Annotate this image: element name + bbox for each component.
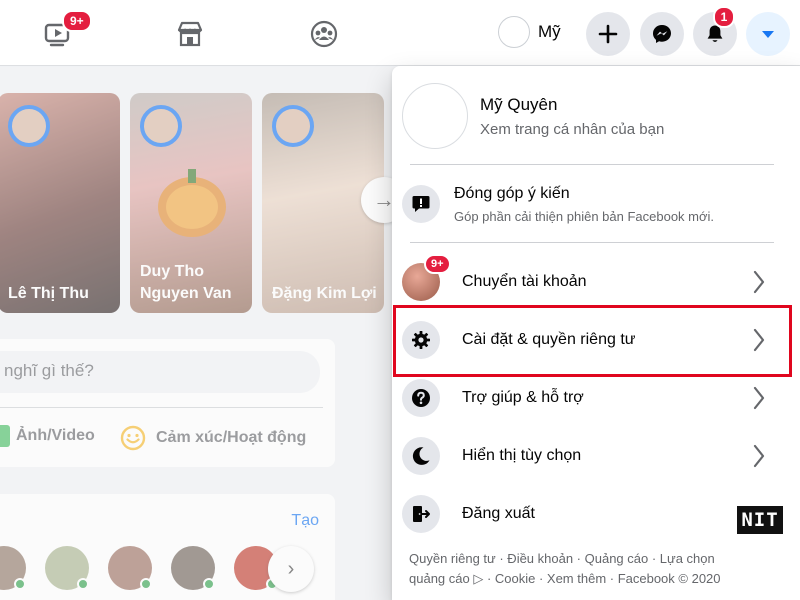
menu-footer: Quyền riêng tư · Điều khoản · Quảng cáo … [409, 549, 769, 589]
create-button[interactable] [586, 12, 630, 56]
divider [0, 407, 323, 408]
display-preferences-label: Hiển thị tùy chọn [462, 447, 582, 464]
feedback-subtitle: Góp phần cải thiện phiên bản Facebook mớ… [454, 208, 715, 224]
online-dot [203, 578, 215, 590]
switch-account-label: Chuyển tài khoản [462, 273, 587, 290]
story-card[interactable]: Duy Tho Nguyen Van [130, 93, 252, 313]
room-avatar[interactable] [0, 546, 26, 590]
switch-account-badge: 9+ [424, 254, 451, 274]
chevron-right-icon [753, 386, 765, 410]
notifications-button[interactable]: 1 [693, 6, 737, 56]
room-avatar[interactable] [108, 546, 152, 590]
online-dot [77, 578, 89, 590]
menu-switch-account[interactable]: 9+ Chuyển tài khoản [402, 254, 788, 302]
photo-icon [0, 425, 10, 447]
groups-tab[interactable] [294, 10, 354, 58]
plus-icon [598, 24, 618, 44]
story-avatar [272, 105, 314, 147]
divider [410, 164, 774, 165]
menu-profile-name: Mỹ Quyên [480, 94, 558, 114]
composer-prompt: nghĩ gì thế? [4, 361, 94, 380]
story-name: Đặng Kim Lợi [272, 285, 377, 302]
logout-icon [413, 506, 430, 522]
marketplace-icon [177, 21, 203, 47]
photo-video-label: Ảnh/Video [16, 427, 95, 444]
avatar [402, 83, 468, 149]
logout-icon-wrap [402, 495, 440, 533]
groups-icon [310, 20, 338, 48]
avatar [498, 16, 530, 48]
story-name: Lê Thị Thu [8, 285, 89, 302]
help-icon-wrap [402, 379, 440, 417]
rooms-next-button[interactable]: › [268, 546, 314, 592]
watch-tab[interactable]: 9+ [28, 10, 92, 58]
story-avatar [8, 105, 50, 147]
menu-profile-row[interactable]: Mỹ Quyên Xem trang cá nhân của bạn [402, 82, 788, 150]
menu-display-preferences[interactable]: Hiển thị tùy chọn [402, 436, 788, 476]
menu-help-support[interactable]: Trợ giúp & hỗ trợ [402, 378, 788, 418]
marketplace-tab[interactable] [160, 10, 220, 58]
help-support-label: Trợ giúp & hỗ trợ [462, 389, 584, 406]
room-avatar[interactable] [171, 546, 215, 590]
composer-input[interactable]: nghĩ gì thế? [0, 351, 320, 393]
caret-down-icon [762, 31, 774, 38]
settings-highlight-box [393, 305, 792, 377]
post-composer: nghĩ gì thế? Ảnh/Video Cảm xúc/Hoạt động [0, 339, 335, 467]
story-name: Duy Tho Nguyen Van [140, 263, 232, 302]
birthday-cake-icon [158, 169, 226, 237]
story-avatar [140, 105, 182, 147]
display-icon-wrap [402, 437, 440, 475]
profile-shortcut[interactable]: Mỹ [498, 16, 561, 48]
chevron-right-icon: › [287, 557, 295, 580]
account-menu-button[interactable] [746, 12, 790, 56]
moon-icon [412, 447, 430, 465]
create-room-link[interactable]: Tạo [291, 512, 319, 530]
chevron-right-icon [753, 270, 765, 294]
footer-links-line2[interactable]: quảng cáo ▷ · Cookie · Xem thêm · Facebo… [409, 569, 769, 589]
story-card[interactable]: Lê Thị Thu [0, 93, 120, 313]
feedback-icon-wrap [402, 185, 440, 223]
room-avatar[interactable] [45, 546, 89, 590]
menu-logout[interactable]: Đăng xuất [402, 494, 788, 534]
feedback-title: Đóng góp ý kiến [454, 184, 570, 202]
profile-shortcut-name: Mỹ [538, 22, 561, 41]
switch-account-avatar: 9+ [402, 254, 451, 301]
feeling-activity-label: Cảm xúc/Hoạt động [156, 429, 307, 446]
menu-feedback[interactable]: Đóng góp ý kiến Góp phần cải thiện phiên… [402, 182, 788, 226]
online-dot [14, 578, 26, 590]
messenger-button[interactable] [640, 12, 684, 56]
smiley-icon [120, 425, 146, 451]
watch-badge: 9+ [62, 10, 92, 32]
rooms-panel: Tạo › [0, 494, 335, 600]
online-dot [140, 578, 152, 590]
feedback-icon [412, 196, 430, 212]
photo-video-button[interactable]: Ảnh/Video [0, 425, 95, 447]
logout-label: Đăng xuất [462, 505, 535, 522]
top-navigation-bar: 9+ Mỹ 1 [0, 0, 800, 66]
menu-profile-subtitle: Xem trang cá nhân của bạn [480, 120, 665, 138]
feeling-activity-button[interactable]: Cảm xúc/Hoạt động [120, 425, 306, 451]
nit-watermark: NIT [737, 506, 783, 534]
question-icon [412, 389, 430, 407]
footer-links-line1[interactable]: Quyền riêng tư · Điều khoản · Quảng cáo … [409, 549, 769, 569]
chevron-right-icon [753, 444, 765, 468]
divider [410, 242, 774, 243]
notifications-badge: 1 [713, 6, 735, 28]
messenger-icon [653, 25, 671, 43]
